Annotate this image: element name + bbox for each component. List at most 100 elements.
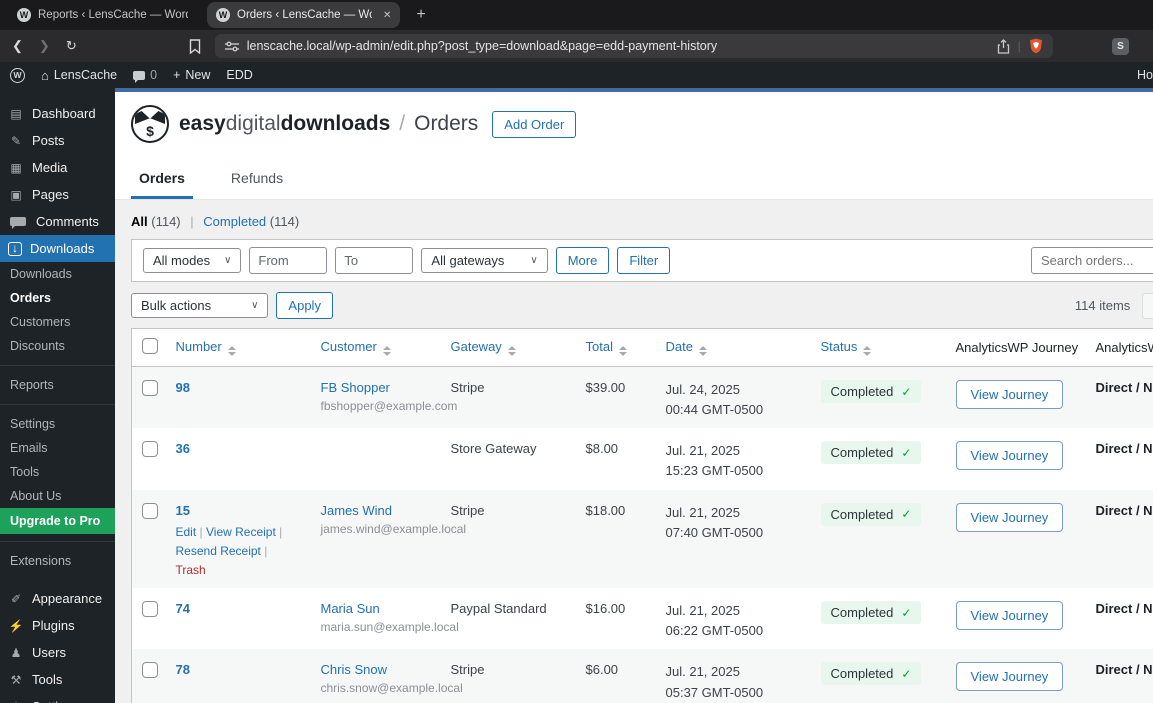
row-checkbox[interactable] xyxy=(142,502,158,519)
reload-icon[interactable]: ↻ xyxy=(66,38,77,54)
sidebar-item-tools[interactable]: ⚒ Tools xyxy=(0,666,115,693)
apply-button[interactable]: Apply xyxy=(276,292,333,319)
view-journey-button[interactable]: View Journey xyxy=(955,662,1064,692)
date-from-input[interactable] xyxy=(249,247,328,274)
customer-link[interactable]: Maria Sun xyxy=(321,601,431,616)
breadcrumb-separator: / xyxy=(399,112,406,135)
row-action-resend-receipt[interactable]: Resend Receipt xyxy=(176,544,261,558)
howdy-menu[interactable]: Ho xyxy=(1129,62,1153,88)
gateway-cell: Stripe xyxy=(450,502,485,518)
row-action-trash[interactable]: Trash xyxy=(176,563,206,577)
view-journey-button[interactable]: View Journey xyxy=(955,441,1064,471)
gateway-cell: Store Gateway xyxy=(450,441,537,457)
wp-logo-menu[interactable]: W xyxy=(2,62,33,88)
view-journey-button[interactable]: View Journey xyxy=(955,601,1064,631)
status-badge: Completed ✓ xyxy=(820,502,922,526)
gateway-select[interactable]: All gateways ∨ xyxy=(421,248,548,273)
browser-tab-strip: W Reports ‹ LensCache — WordPress W Orde… xyxy=(0,0,1153,30)
customer-link[interactable]: FB Shopper xyxy=(321,380,431,395)
row-action-edit[interactable]: Edit xyxy=(176,525,197,539)
order-number-link[interactable]: 78 xyxy=(176,662,190,677)
tab-orders[interactable]: Orders xyxy=(131,156,193,199)
filter-button[interactable]: Filter xyxy=(617,247,671,274)
forward-icon[interactable]: ❯ xyxy=(39,38,50,54)
more-filters-button[interactable]: More xyxy=(555,247,610,274)
new-tab-button[interactable]: + xyxy=(416,6,425,24)
date-to-input[interactable] xyxy=(335,247,414,274)
comments-menu[interactable]: 0 xyxy=(125,62,165,88)
sidebar-item-customers[interactable]: Customers xyxy=(0,310,115,334)
first-page-button[interactable]: « xyxy=(1142,292,1153,319)
sidebar-item-reports[interactable]: Reports xyxy=(0,373,115,397)
column-header-customer[interactable]: Customer xyxy=(310,328,441,367)
table-row: 36 Store Gateway $8.00 Jul. 21, 2025 15:… xyxy=(132,428,1153,489)
search-input[interactable] xyxy=(1031,247,1153,274)
site-name-menu[interactable]: ⌂ LensCache xyxy=(33,62,125,88)
column-header-total[interactable]: Total xyxy=(575,328,656,367)
sidebar-item-emails[interactable]: Emails xyxy=(0,436,115,460)
sidebar-item-discounts[interactable]: Discounts xyxy=(0,334,115,358)
sidebar-item-about-us[interactable]: About Us xyxy=(0,484,115,508)
total-cell: $18.00 xyxy=(585,502,626,518)
sidebar-item-comments[interactable]: Comments xyxy=(0,208,115,235)
row-checkbox[interactable] xyxy=(142,380,158,396)
tab-refunds[interactable]: Refunds xyxy=(223,156,291,199)
view-all-link[interactable]: All xyxy=(131,214,148,229)
order-number-link[interactable]: 74 xyxy=(176,601,190,616)
row-checkbox[interactable] xyxy=(142,662,158,679)
sidebar-item-upgrade-to-pro[interactable]: Upgrade to Pro xyxy=(0,508,115,534)
brave-shield-icon[interactable] xyxy=(1029,38,1043,54)
source-cell: Direct / None xyxy=(1095,380,1153,395)
sidebar-item-label: Dashboard xyxy=(32,106,96,121)
wordpress-favicon: W xyxy=(216,8,230,22)
bookmark-icon[interactable] xyxy=(189,38,201,54)
back-icon[interactable]: ❮ xyxy=(12,38,23,54)
edd-menu[interactable]: EDD xyxy=(218,62,260,88)
extension-badge[interactable]: S xyxy=(1112,37,1129,55)
browser-tab-orders[interactable]: W Orders ‹ LensCache — WordPr ✕ xyxy=(207,2,401,28)
sidebar-item-pages[interactable]: ▣ Pages xyxy=(0,181,115,208)
column-header-date[interactable]: Date xyxy=(655,328,811,367)
sidebar-item-extensions[interactable]: Extensions xyxy=(0,549,115,573)
sidebar-item-appearance[interactable]: ✐ Appearance xyxy=(0,585,115,612)
sidebar-item-users[interactable]: ♟ Users xyxy=(0,639,115,666)
column-header-number[interactable]: Number xyxy=(165,328,311,367)
row-checkbox[interactable] xyxy=(142,441,158,458)
sidebar-item-downloads[interactable]: ↓ Downloads xyxy=(0,235,115,262)
view-completed-link[interactable]: Completed xyxy=(203,214,266,229)
close-tab-icon[interactable]: ✕ xyxy=(383,10,391,21)
new-content-menu[interactable]: + New xyxy=(165,62,218,88)
share-icon[interactable] xyxy=(997,38,1010,54)
sidebar-item-orders[interactable]: Orders xyxy=(0,286,115,310)
view-journey-button[interactable]: View Journey xyxy=(955,380,1064,409)
screen: W Reports ‹ LensCache — WordPress W Orde… xyxy=(0,0,1153,703)
sidebar-item-settings[interactable]: Settings xyxy=(0,412,115,436)
add-order-button[interactable]: Add Order xyxy=(492,110,577,138)
tune-icon[interactable] xyxy=(224,40,239,52)
customer-link[interactable]: James Wind xyxy=(321,503,431,518)
sort-icon xyxy=(507,346,516,356)
row-checkbox[interactable] xyxy=(142,601,158,618)
sidebar-item-posts[interactable]: ✎ Posts xyxy=(0,127,115,154)
sidebar-item-plugins[interactable]: ⚡ Plugins xyxy=(0,612,115,639)
mode-select[interactable]: All modes ∨ xyxy=(143,248,242,273)
sidebar-item-downloads[interactable]: Downloads xyxy=(0,262,115,286)
check-icon: ✓ xyxy=(901,507,912,522)
view-journey-button[interactable]: View Journey xyxy=(955,502,1064,532)
column-header-gateway[interactable]: Gateway xyxy=(440,328,576,367)
order-number-link[interactable]: 98 xyxy=(176,380,190,395)
sidebar-item-dashboard[interactable]: ▤ Dashboard xyxy=(0,100,115,127)
edd-label: EDD xyxy=(226,68,253,82)
column-header-status[interactable]: Status xyxy=(810,328,946,367)
browser-tab-reports[interactable]: W Reports ‹ LensCache — WordPress xyxy=(8,2,197,28)
customer-link[interactable]: Chris Snow xyxy=(321,662,431,677)
row-action-view-receipt[interactable]: View Receipt xyxy=(206,525,276,539)
sidebar-item-tools[interactable]: Tools xyxy=(0,460,115,484)
sidebar-item-settings[interactable]: ⚙ Settings xyxy=(0,693,115,703)
address-bar[interactable]: lenscache.local/wp-admin/edit.php?post_t… xyxy=(214,34,1053,58)
order-number-link[interactable]: 36 xyxy=(176,441,190,456)
order-number-link[interactable]: 15 xyxy=(176,503,190,518)
sidebar-item-media[interactable]: ▦ Media xyxy=(0,154,115,181)
bulk-actions-select[interactable]: Bulk actions ∨ xyxy=(131,293,269,318)
select-all-checkbox[interactable] xyxy=(142,338,158,354)
